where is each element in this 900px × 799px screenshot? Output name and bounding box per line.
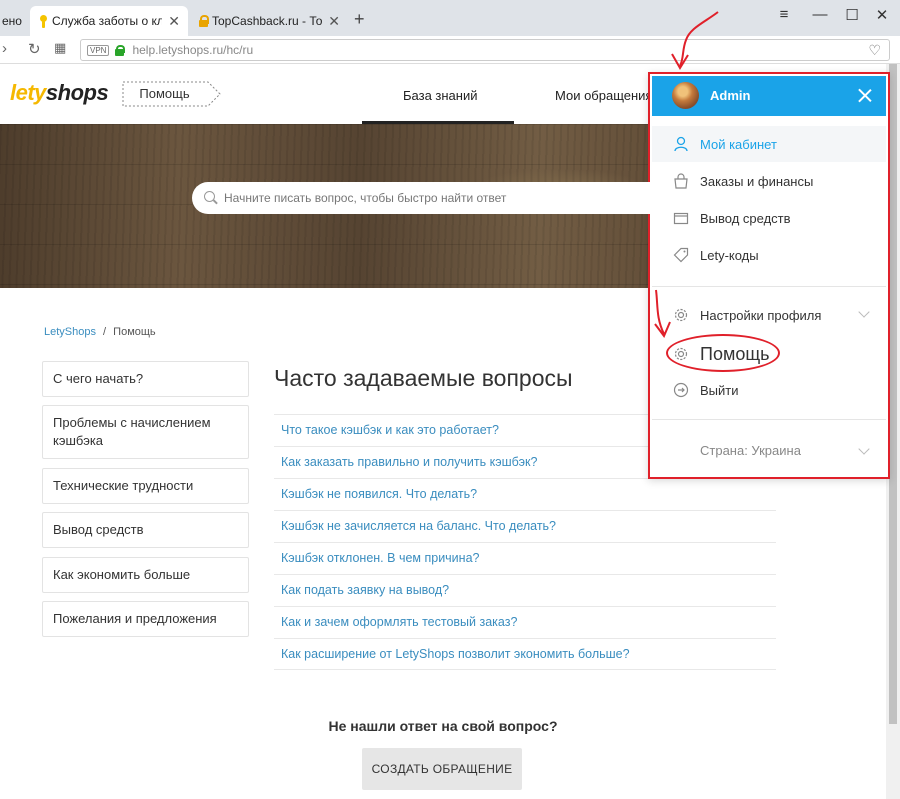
breadcrumb: LetyShops / Помощь xyxy=(44,326,156,338)
tab-title: Служба заботы о клиента xyxy=(52,14,163,28)
create-request-button[interactable]: СОЗДАТЬ ОБРАЩЕНИЕ xyxy=(362,748,522,790)
search-input[interactable] xyxy=(224,191,644,205)
browser-tab[interactable]: ено xyxy=(0,6,28,36)
close-window-icon[interactable]: ✕ xyxy=(870,6,894,24)
category-suggestions[interactable]: Пожелания и предложения xyxy=(42,601,249,637)
bookmark-heart-icon[interactable]: ♡ xyxy=(868,42,881,59)
vpn-badge[interactable]: VPN xyxy=(87,44,110,56)
faq-link[interactable]: Как подать заявку на вывод? xyxy=(274,574,776,606)
url-text[interactable]: help.letyshops.ru/hc/ru xyxy=(132,43,868,57)
minimize-icon[interactable]: — xyxy=(808,6,832,23)
secure-lock-icon xyxy=(115,44,126,56)
letyshops-favicon-icon xyxy=(38,14,48,28)
user-icon xyxy=(672,135,690,153)
chevron-down-icon xyxy=(858,306,870,318)
faq-link[interactable]: Как и зачем оформлять тестовый заказ? xyxy=(274,606,776,638)
menu-item-label: Выйти xyxy=(700,382,739,398)
category-save-more[interactable]: Как экономить больше xyxy=(42,557,249,593)
menu-item-label: Настройки профиля xyxy=(700,307,822,323)
menu-item-withdrawal[interactable]: Вывод средств xyxy=(652,200,886,236)
menu-divider xyxy=(652,286,886,287)
avatar[interactable] xyxy=(672,82,699,109)
help-gear-icon xyxy=(672,345,690,363)
logout-icon xyxy=(672,381,690,399)
browser-tab[interactable]: TopCashback.ru - Топ лучш ✕ xyxy=(190,6,348,36)
category-withdrawal[interactable]: Вывод средств xyxy=(42,512,249,548)
menu-item-label: Мой кабинет xyxy=(700,136,777,152)
chevron-down-icon xyxy=(858,443,870,455)
country-selector[interactable]: Страна: Украина xyxy=(652,436,886,466)
search-box[interactable] xyxy=(192,182,672,214)
new-tab-plus-icon[interactable]: + xyxy=(354,9,365,30)
search-icon xyxy=(204,191,218,205)
help-tag-button[interactable]: Помощь xyxy=(122,81,222,107)
breadcrumb-home-link[interactable]: LetyShops xyxy=(44,326,96,338)
profile-dropdown-header: Admin xyxy=(652,76,886,116)
tab-title: ено xyxy=(2,14,22,28)
menu-item-help[interactable]: Помощь xyxy=(652,336,886,372)
tag-icon xyxy=(672,246,690,264)
faq-title: Часто задаваемые вопросы xyxy=(274,365,573,391)
country-label: Страна: Украина xyxy=(700,443,801,458)
scrollbar-thumb[interactable] xyxy=(889,64,897,724)
gear-icon xyxy=(672,306,690,324)
category-cashback-problems[interactable]: Проблемы с начислением кэшбэка xyxy=(42,405,249,459)
menu-item-profile-settings[interactable]: Настройки профиля xyxy=(652,297,886,333)
close-icon[interactable] xyxy=(856,87,874,105)
menu-item-my-account[interactable]: Мой кабинет xyxy=(652,126,886,162)
menu-item-orders[interactable]: Заказы и финансы xyxy=(652,163,886,199)
tab-title: TopCashback.ru - Топ лучш xyxy=(212,14,323,28)
nav-knowledge-base[interactable]: База знаний xyxy=(403,88,478,103)
profile-dropdown: Admin Мой кабинет Заказы и финансы Вывод… xyxy=(648,72,890,479)
faq-link[interactable]: Кэшбэк отклонен. В чем причина? xyxy=(274,542,776,574)
menu-item-lety-codes[interactable]: Lety-коды xyxy=(652,237,886,273)
menu-item-label: Вывод средств xyxy=(700,210,791,226)
faq-link[interactable]: Кэшбэк не зачисляется на баланс. Что дел… xyxy=(274,510,776,542)
menu-item-logout[interactable]: Выйти xyxy=(652,372,886,408)
category-technical-issues[interactable]: Технические трудности xyxy=(42,468,249,504)
username: Admin xyxy=(710,88,751,103)
help-tag-label: Помощь xyxy=(139,86,190,101)
browser-tab-bar: ено Служба заботы о клиента ✕ TopCashbac… xyxy=(0,0,900,36)
grid-icon[interactable]: ▦ xyxy=(54,40,66,56)
menu-divider xyxy=(652,419,886,420)
reload-icon[interactable]: ↻ xyxy=(28,40,41,58)
faq-link[interactable]: Как расширение от LetyShops позволит эко… xyxy=(274,638,776,670)
category-getting-started[interactable]: С чего начать? xyxy=(42,361,249,397)
breadcrumb-separator: / xyxy=(103,326,107,338)
tabs-menu-icon[interactable]: ≡ xyxy=(772,6,796,23)
close-tab-icon[interactable]: ✕ xyxy=(168,13,180,30)
menu-item-label: Заказы и финансы xyxy=(700,173,814,189)
url-field[interactable]: VPN help.letyshops.ru/hc/ru ♡ xyxy=(80,39,890,61)
shopping-bag-icon xyxy=(672,172,690,190)
faq-link[interactable]: Кэшбэк не появился. Что делать? xyxy=(274,478,776,510)
menu-item-label: Помощь xyxy=(700,343,770,364)
close-tab-icon[interactable]: ✕ xyxy=(328,13,340,30)
maximize-icon[interactable]: ☐ xyxy=(840,6,864,24)
breadcrumb-current: Помощь xyxy=(113,326,156,338)
nav-my-requests[interactable]: Мои обращения xyxy=(555,88,652,103)
address-bar: › ↻ ▦ VPN help.letyshops.ru/hc/ru ♡ xyxy=(0,36,900,64)
letyshops-logo[interactable]: letyshops xyxy=(10,80,109,106)
menu-item-label: Lety-коды xyxy=(700,247,759,263)
no-answer-heading: Не нашли ответ на свой вопрос? xyxy=(328,718,558,734)
forward-icon[interactable]: › xyxy=(2,40,7,57)
wallet-icon xyxy=(672,209,690,227)
browser-tab-active[interactable]: Служба заботы о клиента ✕ xyxy=(30,6,188,36)
topcashback-favicon-icon xyxy=(198,15,209,27)
